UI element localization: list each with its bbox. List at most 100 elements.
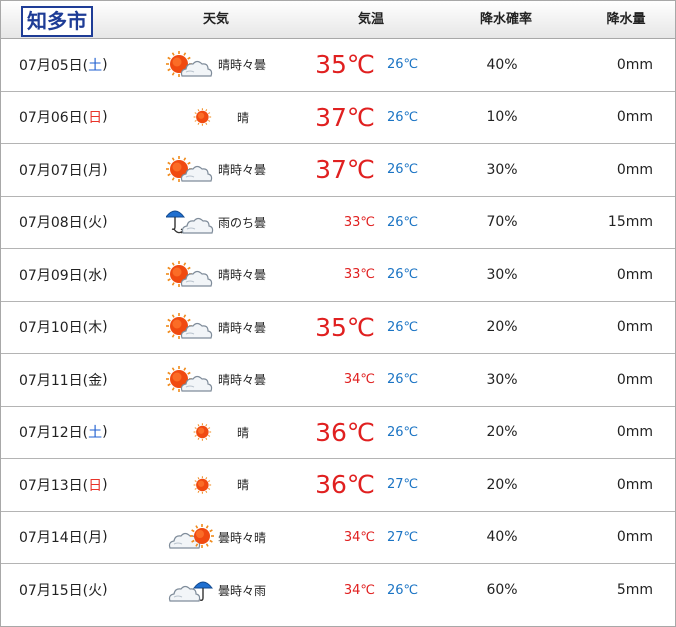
weather-text: 晴時々曇 <box>218 373 267 388</box>
date-cell: 07月14日(月) <box>19 512 108 564</box>
date-text: 07月05日( <box>19 57 89 74</box>
weekday-text: 木 <box>88 320 103 337</box>
weekday-text: 月 <box>88 162 103 179</box>
date-close: ) <box>102 476 108 493</box>
precip-probability: 60% <box>486 582 518 599</box>
max-temp: 37℃ <box>315 155 375 185</box>
sun-cloud-icon <box>166 310 214 344</box>
precip-probability: 20% <box>486 319 518 336</box>
min-temp: 26℃ <box>387 582 419 598</box>
weather-text: 晴 <box>237 478 250 493</box>
min-temp: 26℃ <box>387 267 419 283</box>
sun-cloud-icon <box>166 363 214 397</box>
precip-probability: 30% <box>486 266 518 283</box>
date-cell: 07月13日(日) <box>19 459 108 511</box>
weekday-text: 火 <box>88 215 103 232</box>
header-temperature: 気温 <box>357 12 384 27</box>
weather-cell: 晴時々曇 <box>166 144 266 196</box>
weather-text: 晴時々曇 <box>218 320 267 335</box>
date-cell: 07月07日(月) <box>19 144 108 196</box>
weekday-text: 金 <box>88 372 103 389</box>
weather-text: 晴時々曇 <box>218 268 267 283</box>
table-row: 07月05日(土) 晴時々曇 35℃ 26℃ 40% 0mm <box>1 39 675 92</box>
table-row: 07月08日(火) 雨のち曇 33℃ 26℃ 70% 15mm <box>1 197 675 249</box>
table-row: 07月12日(土) 晴 36℃ 26℃ 20% 0mm <box>1 407 675 459</box>
precip-amount: 0mm <box>616 109 653 126</box>
table-row: 07月14日(月) 曇時々晴 34℃ 27℃ 40% 0mm <box>1 512 675 564</box>
weekday-text: 月 <box>88 530 103 547</box>
table-row: 07月10日(木) 晴時々曇 35℃ 26℃ 20% 0mm <box>1 302 675 354</box>
precip-amount: 0mm <box>616 529 653 546</box>
date-cell: 07月12日(土) <box>19 407 108 459</box>
precip-amount: 0mm <box>616 266 653 283</box>
date-cell: 07月05日(土) <box>19 39 108 91</box>
date-text: 07月07日( <box>19 162 89 179</box>
date-text: 07月13日( <box>19 477 89 494</box>
precip-amount: 0mm <box>616 476 653 493</box>
forecast-rows: 07月05日(土) 晴時々曇 35℃ 26℃ 40% 0mm 07月06日(日)… <box>1 39 675 617</box>
forecast-table: 知多市 天気 気温 降水確率 降水量 07月05日(土) 晴時々曇 35℃ 26… <box>0 0 676 627</box>
max-temp: 34℃ <box>343 582 375 598</box>
date-cell: 07月06日(日) <box>19 92 108 144</box>
table-row: 07月09日(水) 晴時々曇 33℃ 26℃ 30% 0mm <box>1 249 675 302</box>
date-text: 07月06日( <box>19 110 89 127</box>
cloud-sun-icon <box>166 520 214 554</box>
min-temp: 26℃ <box>387 319 419 335</box>
header-precip-amount: 降水量 <box>606 12 646 27</box>
sun-icon <box>193 100 223 134</box>
date-close: ) <box>102 529 108 546</box>
max-temp: 35℃ <box>315 50 375 80</box>
sun-icon <box>193 415 223 449</box>
table-row: 07月11日(金) 晴時々曇 34℃ 26℃ 30% 0mm <box>1 354 675 407</box>
sun-cloud-icon <box>166 258 214 292</box>
table-header: 知多市 天気 気温 降水確率 降水量 <box>1 1 675 39</box>
precip-amount: 0mm <box>616 371 653 388</box>
city-name: 知多市 <box>21 6 93 37</box>
weather-text: 雨のち曇 <box>218 215 267 230</box>
precip-amount: 0mm <box>616 161 653 178</box>
date-text: 07月12日( <box>19 425 89 442</box>
precip-amount: 0mm <box>616 56 653 73</box>
max-temp: 33℃ <box>343 267 375 283</box>
max-temp: 35℃ <box>315 312 375 342</box>
min-temp: 26℃ <box>387 424 419 440</box>
date-close: ) <box>102 582 108 599</box>
date-cell: 07月10日(木) <box>19 302 108 354</box>
sun-cloud-icon <box>166 48 214 82</box>
header-precip-probability: 降水確率 <box>479 12 532 27</box>
date-close: ) <box>102 214 108 231</box>
date-close: ) <box>102 161 108 178</box>
weather-cell: 雨のち曇 <box>166 197 266 249</box>
date-text: 07月10日( <box>19 320 89 337</box>
date-text: 07月09日( <box>19 267 89 284</box>
precip-amount: 0mm <box>616 424 653 441</box>
weather-cell: 晴 <box>193 92 249 144</box>
precip-probability: 10% <box>486 109 518 126</box>
weather-cell: 晴 <box>193 407 249 459</box>
weekday-text: 水 <box>88 267 103 284</box>
precip-amount: 15mm <box>607 214 653 231</box>
weather-text: 晴 <box>237 425 250 440</box>
header-weather: 天気 <box>202 12 229 27</box>
max-temp: 36℃ <box>315 417 375 447</box>
weekday-text: 日 <box>88 110 103 127</box>
date-close: ) <box>102 371 108 388</box>
precip-probability: 40% <box>486 529 518 546</box>
date-close: ) <box>102 319 108 336</box>
weekday-text: 日 <box>88 477 103 494</box>
date-close: ) <box>102 56 108 73</box>
date-close: ) <box>102 424 108 441</box>
weekday-text: 火 <box>88 583 103 600</box>
date-text: 07月08日( <box>19 215 89 232</box>
weather-text: 曇時々晴 <box>218 530 267 545</box>
weather-text: 晴時々曇 <box>218 58 267 73</box>
precip-probability: 30% <box>486 371 518 388</box>
weather-cell: 晴時々曇 <box>166 249 266 301</box>
date-cell: 07月09日(水) <box>19 249 108 301</box>
precip-probability: 40% <box>486 56 518 73</box>
min-temp: 27℃ <box>387 529 419 545</box>
weather-text: 曇時々雨 <box>218 583 267 598</box>
date-cell: 07月11日(金) <box>19 354 108 406</box>
weather-cell: 曇時々晴 <box>166 512 266 564</box>
weather-cell: 晴時々曇 <box>166 302 266 354</box>
